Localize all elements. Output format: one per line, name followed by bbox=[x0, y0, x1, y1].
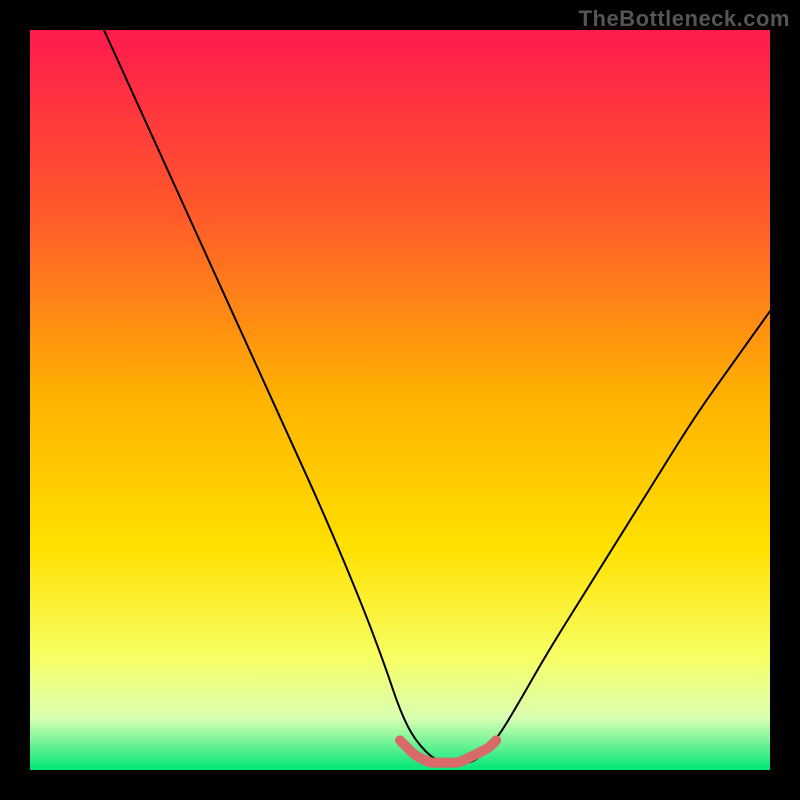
chart-plot bbox=[30, 30, 770, 770]
chart-svg bbox=[30, 30, 770, 770]
gradient-background bbox=[30, 30, 770, 770]
chart-frame: TheBottleneck.com bbox=[0, 0, 800, 800]
watermark-text: TheBottleneck.com bbox=[579, 6, 790, 32]
